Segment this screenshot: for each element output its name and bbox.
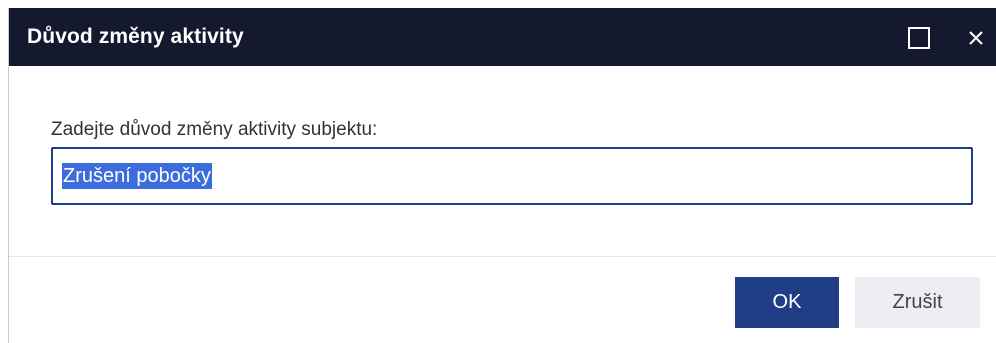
- ok-button[interactable]: OK: [735, 277, 839, 328]
- dialog-footer: OK Zrušit: [9, 257, 996, 343]
- reason-prompt-label: Zadejte důvod změny aktivity subjektu:: [51, 119, 378, 140]
- close-icon[interactable]: [959, 21, 993, 55]
- cancel-button[interactable]: Zrušit: [855, 277, 980, 328]
- maximize-icon[interactable]: [908, 27, 930, 49]
- dialog-content: Zadejte důvod změny aktivity subjektu: Z…: [9, 66, 996, 256]
- dialog-titlebar: Důvod změny aktivity: [9, 8, 996, 66]
- change-activity-dialog: Důvod změny aktivity Zadejte důvod změny…: [8, 8, 996, 343]
- reason-input-value: Zrušení pobočky: [62, 163, 212, 189]
- reason-input[interactable]: Zrušení pobočky: [51, 147, 973, 205]
- dialog-title: Důvod změny aktivity: [27, 25, 244, 48]
